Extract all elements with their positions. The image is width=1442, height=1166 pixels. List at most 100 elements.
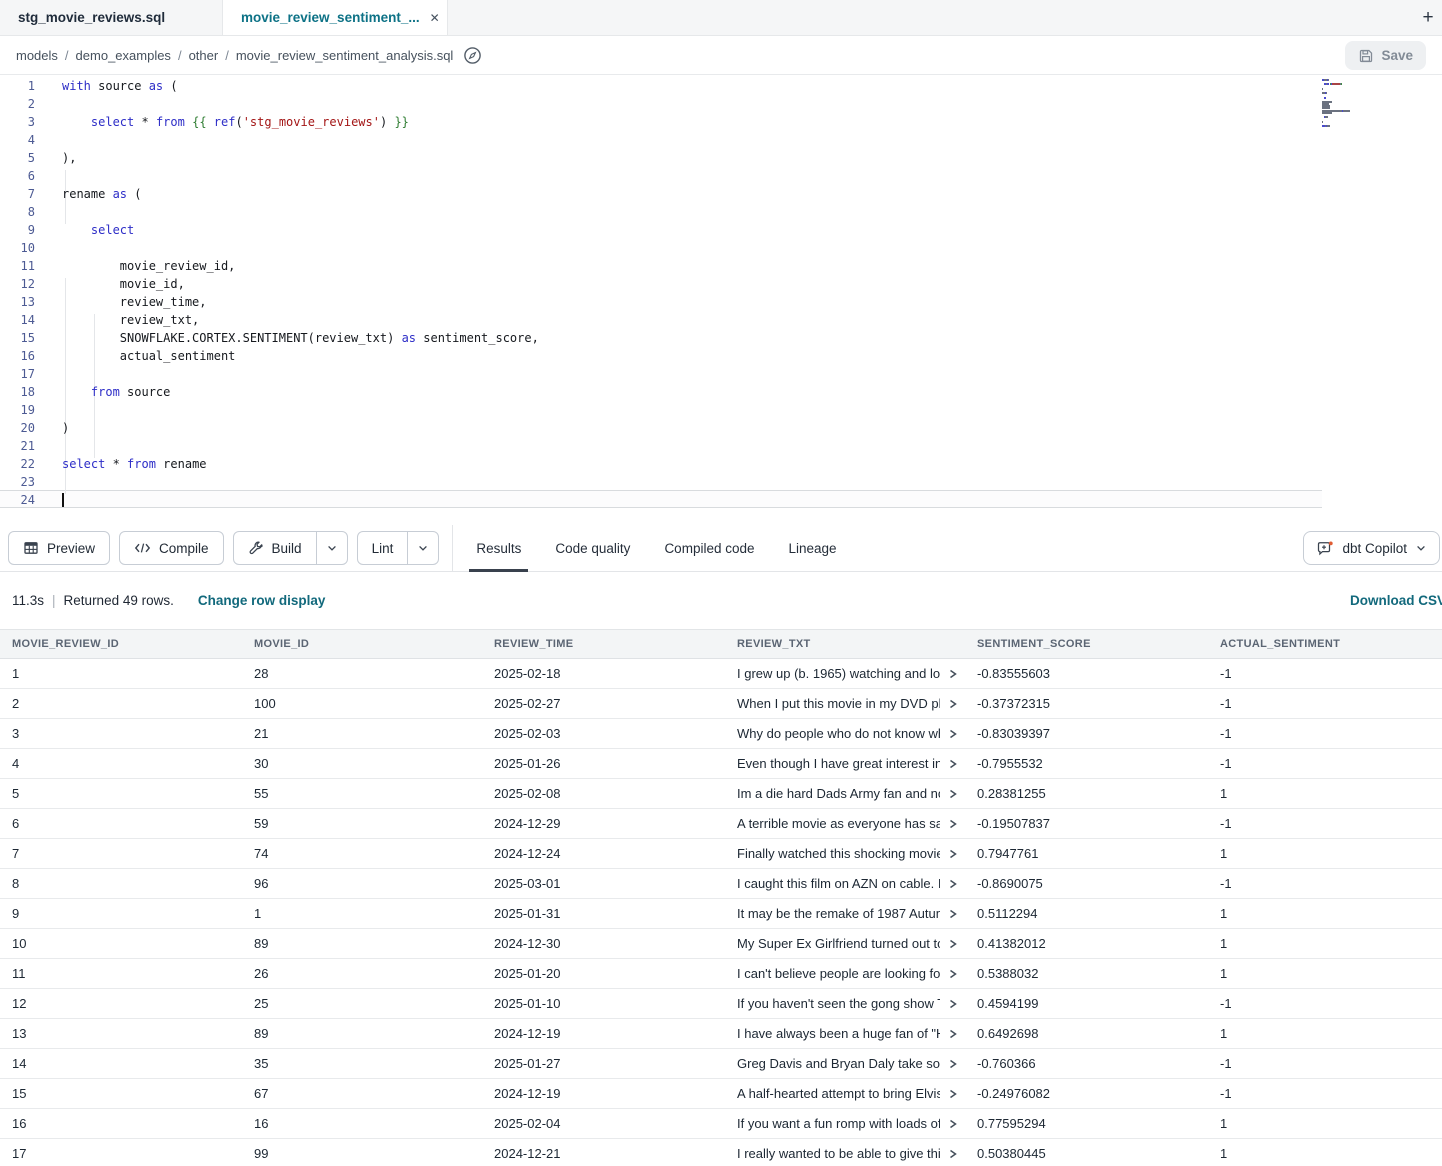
results-tab-code-quality[interactable]: Code quality [538,525,647,572]
cell-movie_id: 74 [242,846,482,861]
close-tab-icon[interactable]: ✕ [430,11,440,25]
expand-cell-chevron-icon[interactable] [947,1057,959,1071]
code-line-22[interactable]: 22select * from rename [0,455,1442,473]
code-line-6[interactable]: 6 [0,167,1442,185]
results-tab-lineage[interactable]: Lineage [772,525,854,572]
code-line-16[interactable]: 16 actual_sentiment [0,347,1442,365]
file-tab-0[interactable]: stg_movie_reviews.sql [0,0,223,35]
build-button[interactable]: Build [234,532,316,564]
expand-cell-chevron-icon[interactable] [947,997,959,1011]
code-line-18[interactable]: 18 from source [0,383,1442,401]
breadcrumb-part-1[interactable]: demo_examples [76,48,171,63]
code-line-11[interactable]: 11 movie_review_id, [0,257,1442,275]
code-line-17[interactable]: 17 [0,365,1442,383]
expand-cell-chevron-icon[interactable] [947,937,959,951]
code-line-8[interactable]: 8 [0,203,1442,221]
expand-cell-chevron-icon[interactable] [947,727,959,741]
breadcrumb-separator: / [178,48,182,63]
cell-sentiment_score: 0.6492698 [965,1026,1208,1041]
code-line-2[interactable]: 2 [0,95,1442,113]
code-line-4[interactable]: 4 [0,131,1442,149]
new-tab-button[interactable]: + [1414,0,1442,36]
expand-cell-chevron-icon[interactable] [947,1147,959,1161]
cell-movie_review_id: 17 [0,1146,242,1161]
breadcrumb-part-3[interactable]: movie_review_sentiment_analysis.sql [236,48,454,63]
cell-sentiment_score: 0.5388032 [965,966,1208,981]
expand-cell-chevron-icon[interactable] [947,697,959,711]
lint-dropdown-button[interactable] [407,532,438,564]
code-line-24[interactable]: 24 [0,491,1442,509]
expand-cell-chevron-icon[interactable] [947,817,959,831]
expand-cell-chevron-icon[interactable] [947,1087,959,1101]
wrench-icon [248,540,264,556]
expand-cell-chevron-icon[interactable] [947,757,959,771]
code-line-7[interactable]: 7rename as ( [0,185,1442,203]
expand-cell-chevron-icon[interactable] [947,967,959,981]
rows-returned-text: Returned 49 rows. [64,593,174,608]
code-editor[interactable]: 1with source as (23 select * from {{ ref… [0,75,1442,525]
preview-button[interactable]: Preview [8,531,110,565]
cell-actual_sentiment: 1 [1208,1146,1442,1161]
cell-movie_review_id: 13 [0,1026,242,1041]
line-number: 11 [0,257,44,275]
code-line-10[interactable]: 10 [0,239,1442,257]
code-line-9[interactable]: 9 select [0,221,1442,239]
results-tab-results[interactable]: Results [459,525,538,572]
results-tab-compiled-code[interactable]: Compiled code [647,525,771,572]
expand-cell-chevron-icon[interactable] [947,787,959,801]
download-csv-link[interactable]: Download CSV [1350,593,1442,608]
cell-movie_review_id: 7 [0,846,242,861]
lint-button[interactable]: Lint [358,532,408,564]
cell-actual_sentiment: -1 [1208,1086,1442,1101]
editor-minimap[interactable] [1322,79,1400,132]
save-button[interactable]: Save [1345,41,1426,70]
cell-review_time: 2025-01-27 [482,1056,725,1071]
review-txt-cell: I can't believe people are looking for a… [725,966,965,981]
compile-button[interactable]: Compile [119,531,224,565]
code-line-15[interactable]: 15 SNOWFLAKE.CORTEX.SENTIMENT(review_txt… [0,329,1442,347]
change-row-display-link[interactable]: Change row display [198,593,326,608]
review-txt-cell: If you want a fun romp with loads of s… [725,1116,965,1131]
column-header-movie_review_id: MOVIE_REVIEW_ID [0,638,242,650]
cell-actual_sentiment: 1 [1208,1116,1442,1131]
build-dropdown-button[interactable] [316,532,347,564]
breadcrumb-separator: / [225,48,229,63]
cell-movie_id: 25 [242,996,482,1011]
expand-cell-chevron-icon[interactable] [947,847,959,861]
code-line-3[interactable]: 3 select * from {{ ref('stg_movie_review… [0,113,1442,131]
cell-movie_id: 21 [242,726,482,741]
code-line-20[interactable]: 20) [0,419,1442,437]
editor-toolbar: Preview Compile Build Li [0,525,1442,572]
code-line-19[interactable]: 19 [0,401,1442,419]
code-line-21[interactable]: 21 [0,437,1442,455]
cell-sentiment_score: -0.19507837 [965,816,1208,831]
file-tab-1[interactable]: movie_review_sentiment_...✕ [223,0,448,35]
code-line-1[interactable]: 1with source as ( [0,77,1442,95]
expand-cell-chevron-icon[interactable] [947,1027,959,1041]
cell-review_time: 2024-12-29 [482,816,725,831]
text-cursor [62,493,64,507]
cell-movie_id: 16 [242,1116,482,1131]
code-line-12[interactable]: 12 movie_id, [0,275,1442,293]
expand-cell-chevron-icon[interactable] [947,877,959,891]
cell-sentiment_score: -0.37372315 [965,696,1208,711]
breadcrumb: models/demo_examples/other/movie_review_… [16,48,453,63]
cell-review_time: 2025-01-26 [482,756,725,771]
line-number: 5 [0,149,44,167]
expand-cell-chevron-icon[interactable] [947,667,959,681]
dbt-copilot-button[interactable]: dbt Copilot [1303,531,1440,565]
breadcrumb-part-2[interactable]: other [189,48,219,63]
table-row: 7742024-12-24Finally watched this shocki… [0,839,1442,869]
code-line-14[interactable]: 14 review_txt, [0,311,1442,329]
explore-lineage-icon[interactable] [463,46,482,65]
cell-sentiment_score: 0.77595294 [965,1116,1208,1131]
cell-actual_sentiment: -1 [1208,876,1442,891]
expand-cell-chevron-icon[interactable] [947,907,959,921]
code-line-23[interactable]: 23 [0,473,1442,491]
cell-movie_id: 26 [242,966,482,981]
code-line-5[interactable]: 5), [0,149,1442,167]
breadcrumb-part-0[interactable]: models [16,48,58,63]
code-line-13[interactable]: 13 review_time, [0,293,1442,311]
expand-cell-chevron-icon[interactable] [947,1117,959,1131]
cell-review_time: 2024-12-24 [482,846,725,861]
